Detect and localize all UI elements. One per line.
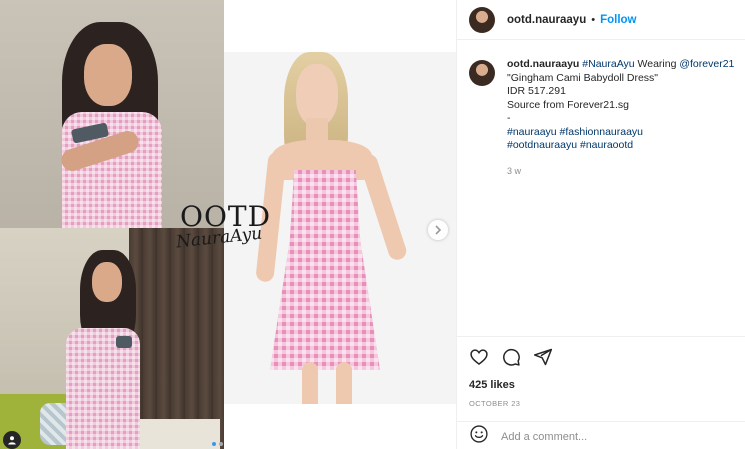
caption-line-price: IDR 517.291 bbox=[507, 85, 566, 97]
chevron-right-icon[interactable] bbox=[428, 220, 448, 240]
post-sidebar: ootd.nauraayu • Follow ootd.nauraayu #Na… bbox=[456, 0, 745, 449]
heart-icon[interactable] bbox=[469, 347, 489, 372]
caption-avatar[interactable] bbox=[469, 60, 495, 86]
caption-hashtags-2[interactable]: #ootdnauraayu #nauraootd bbox=[507, 139, 734, 153]
post-date: OCTOBER 23 bbox=[469, 399, 521, 408]
caption-hashtag-link[interactable]: #NauraAyu bbox=[582, 58, 634, 70]
avatar[interactable] bbox=[469, 6, 495, 33]
carousel-indicator bbox=[212, 442, 223, 446]
comment-icon[interactable] bbox=[501, 347, 521, 372]
caption-username[interactable]: ootd.nauraayu bbox=[507, 58, 579, 70]
caption-text: Wearing bbox=[634, 58, 680, 70]
emoji-icon[interactable] bbox=[469, 424, 489, 449]
caption-line-source: Source from Forever21.sg bbox=[507, 98, 629, 111]
post-media[interactable]: OOTD NauraAyu bbox=[0, 0, 456, 449]
post-header: ootd.nauraayu • Follow bbox=[457, 0, 745, 40]
ootd-watermark-logo: OOTD NauraAyu bbox=[175, 200, 276, 264]
carousel-dot bbox=[219, 442, 223, 446]
user-tag-icon[interactable] bbox=[3, 431, 21, 449]
caption-line-dash: - bbox=[507, 112, 511, 124]
action-icons bbox=[469, 347, 553, 372]
caption-mention-link[interactable]: @forever21 bbox=[679, 58, 734, 70]
comment-bar bbox=[457, 421, 745, 449]
caption-timestamp: 3 w bbox=[507, 165, 522, 176]
caption-hashtags-1[interactable]: #nauraayu #fashionnauraayu bbox=[507, 126, 734, 140]
header-username[interactable]: ootd.nauraayu bbox=[507, 14, 586, 26]
header-separator: • bbox=[591, 13, 596, 26]
comment-input[interactable] bbox=[501, 430, 721, 443]
likes-count[interactable]: 425 likes bbox=[469, 379, 515, 391]
caption-body: ootd.nauraayu #NauraAyu Wearing @forever… bbox=[507, 58, 734, 178]
carousel-dot-active bbox=[212, 442, 216, 446]
follow-button[interactable]: Follow bbox=[600, 14, 636, 26]
share-icon[interactable] bbox=[533, 347, 553, 372]
caption-line-product: "Gingham Cami Babydoll Dress" bbox=[507, 71, 659, 84]
post-actions: 425 likes OCTOBER 23 bbox=[457, 336, 745, 449]
post-caption: ootd.nauraayu #NauraAyu Wearing @forever… bbox=[469, 58, 739, 178]
photo-selfie-top bbox=[0, 0, 224, 228]
